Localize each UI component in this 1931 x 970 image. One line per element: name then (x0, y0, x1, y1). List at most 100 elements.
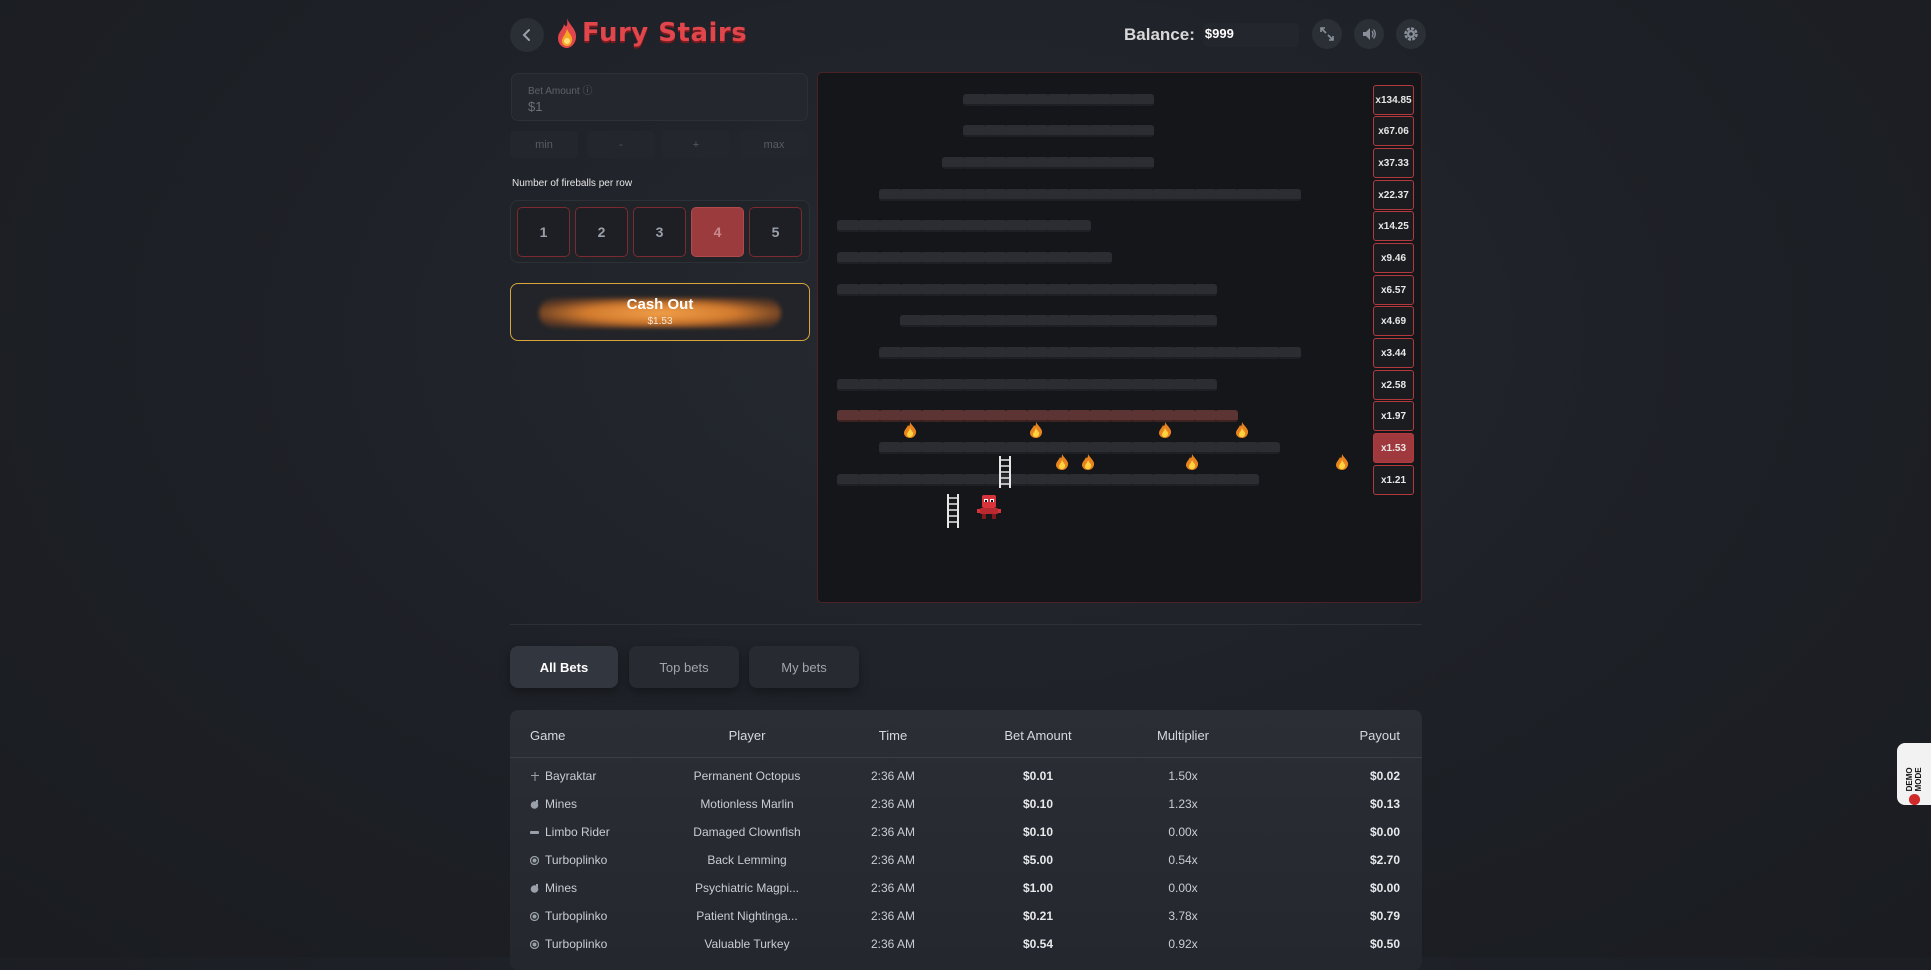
stair-tile (858, 284, 881, 296)
multiplier-badge: x1.21 (1373, 465, 1414, 495)
game-cell: Bayraktar (530, 769, 596, 783)
stair-tile (1152, 347, 1175, 359)
stair-tile (1005, 189, 1028, 201)
stair-tile (879, 379, 902, 391)
stair-tile (1110, 284, 1133, 296)
fireballs-option-4[interactable]: 4 (691, 207, 744, 257)
game-name: Mines (545, 881, 578, 895)
sound-button[interactable] (1354, 19, 1384, 49)
decrease-bet-button[interactable]: - (587, 131, 655, 158)
stair-tile (963, 379, 986, 391)
back-button[interactable] (510, 18, 544, 52)
plinko-icon (530, 911, 539, 921)
table-row[interactable]: Turboplinko Back Lemming 2:36 AM $5.00 0.54x… (510, 846, 1422, 874)
stair-tile (879, 347, 902, 359)
game-cell: Limbo Rider (530, 825, 610, 839)
min-bet-button[interactable]: min (510, 131, 578, 158)
demo-mode-label: DEMO MODE (1905, 767, 1923, 792)
stair-tile (1026, 94, 1049, 106)
multiplier-badge: x3.44 (1373, 338, 1414, 368)
stair-tile (1005, 157, 1028, 169)
stair-tile (984, 315, 1007, 327)
multiplier-cell: 0.54x (1168, 853, 1198, 867)
player-cell: Motionless Marlin (700, 797, 794, 811)
multiplier-badge: x1.53 (1373, 433, 1414, 463)
stair-tile (1089, 252, 1112, 264)
stair-tile (1047, 347, 1070, 359)
stair-tile (1026, 252, 1049, 264)
fireballs-option-3[interactable]: 3 (633, 207, 686, 257)
stair-tile (921, 284, 944, 296)
max-bet-button[interactable]: max (740, 131, 808, 158)
bet-amount-cell: $0.21 (1022, 909, 1054, 923)
plinko-icon (530, 855, 539, 865)
payout-cell: $2.70 (1369, 853, 1400, 867)
time-cell: 2:36 AM (870, 909, 916, 923)
stair-tile (1047, 252, 1070, 264)
stair-tile (1005, 442, 1028, 454)
payout-cell: $0.00 (1369, 825, 1400, 839)
stair-tile (1005, 379, 1028, 391)
fullscreen-button[interactable] (1312, 19, 1342, 49)
stair-tile (1131, 410, 1154, 422)
column-bet-amount: Bet Amount (1004, 728, 1072, 743)
bet-amount-field[interactable]: Bet Amount ⓘ $1 (511, 73, 808, 121)
tab-all-bets[interactable]: All Bets (510, 646, 618, 688)
stair-tile (1194, 410, 1217, 422)
stair-tile (963, 94, 986, 106)
fireball-icon (904, 422, 917, 438)
settings-button[interactable] (1396, 19, 1426, 49)
stair-tile (1152, 379, 1175, 391)
multiplier-cell: 3.78x (1168, 909, 1198, 923)
table-row[interactable]: Mines Psychiatric Magpi... 2:36 AM $1.00 0.0… (510, 874, 1422, 902)
fireballs-option-5[interactable]: 5 (749, 207, 802, 257)
stair-tile (1194, 315, 1217, 327)
table-row[interactable]: Bayraktar Permanent Octopus 2:36 AM $0.01 1.… (510, 762, 1422, 790)
stair-tile (1026, 379, 1049, 391)
bet-amount-cell: $0.10 (1022, 797, 1054, 811)
stair-tile (942, 252, 965, 264)
table-row[interactable]: Limbo Rider Damaged Clownfish 2:36 AM $0.10… (510, 818, 1422, 846)
stair-tile (1152, 284, 1175, 296)
stair-tile (1236, 442, 1259, 454)
column-multiplier: Multiplier (1156, 728, 1210, 743)
stair-tile (900, 189, 923, 201)
table-row[interactable]: Turboplinko Patient Nightinga... 2:36 AM $0… (510, 902, 1422, 930)
stair-tile (1068, 474, 1091, 486)
cash-out-button[interactable]: Cash Out $1.53 (510, 283, 810, 341)
multiplier-cell: 0.92x (1168, 937, 1198, 951)
stair-tile (837, 410, 860, 422)
payout-cell: $0.50 (1369, 937, 1400, 951)
multiplier-badge: x9.46 (1373, 243, 1414, 273)
multiplier-cell: 0.00x (1168, 881, 1198, 895)
payout-cell: $0.13 (1369, 797, 1400, 811)
stair-tile (1089, 157, 1112, 169)
game-board[interactable]: x134.85 x67.06 x37.33 x22.37 x14.25 x9.46 x6.5… (817, 72, 1422, 603)
stair-tile (1278, 347, 1301, 359)
fullscreen-icon (1320, 27, 1334, 41)
game-cell: Mines (530, 797, 577, 811)
stair-tile (984, 252, 1007, 264)
logo: Fury Stairs (556, 17, 747, 49)
increase-bet-button[interactable]: + (662, 131, 730, 158)
stair-tile (1068, 125, 1091, 137)
stair-tile (858, 474, 881, 486)
demo-mode-badge: DEMO MODE (1897, 743, 1931, 805)
table-row[interactable]: Mines Motionless Marlin 2:36 AM $0.10 1.23x $… (510, 790, 1422, 818)
stair-tile (1026, 347, 1049, 359)
table-row[interactable]: Turboplinko Valuable Turkey 2:36 AM $0.54 0.… (510, 930, 1422, 958)
fireballs-option-2[interactable]: 2 (575, 207, 628, 257)
fireball-icon (1159, 422, 1172, 438)
tab-top-bets[interactable]: Top bets (629, 646, 739, 688)
volume-icon (1363, 28, 1376, 40)
stair-tile (942, 347, 965, 359)
multiplier-badge: x67.06 (1373, 116, 1414, 146)
time-cell: 2:36 AM (870, 769, 916, 783)
fireballs-option-1[interactable]: 1 (517, 207, 570, 257)
stair-tile (1131, 474, 1154, 486)
stair-tile (1131, 442, 1154, 454)
stair-tile (1131, 315, 1154, 327)
tab-my-bets[interactable]: My bets (749, 646, 859, 688)
stair-tile (1236, 189, 1259, 201)
stair-tile (1068, 220, 1091, 232)
